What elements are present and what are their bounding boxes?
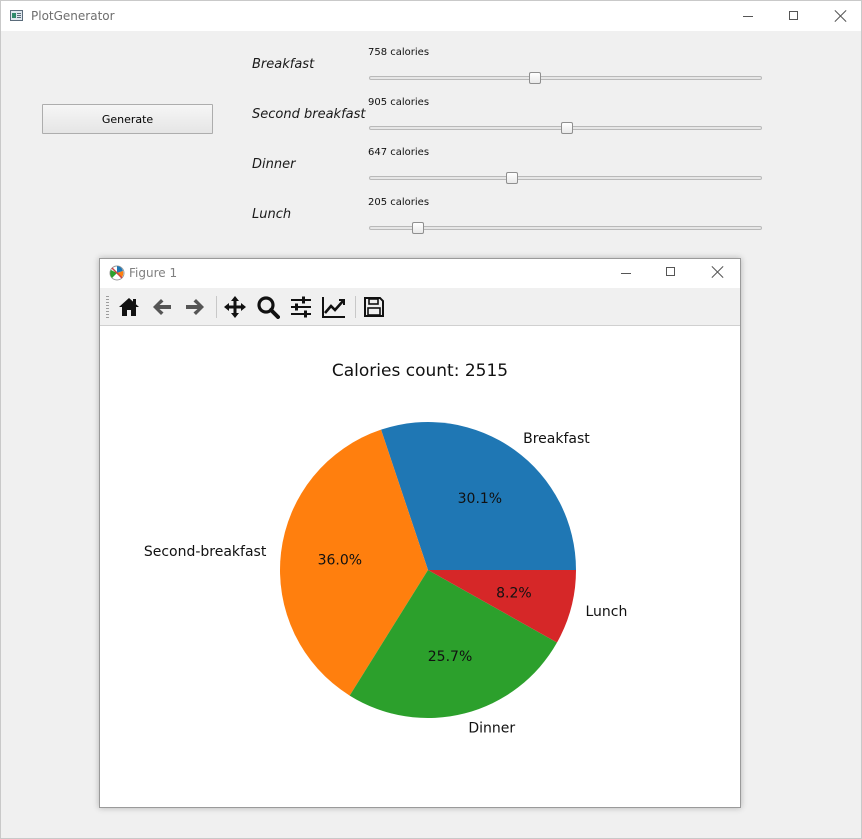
pie-chart: 30.1% Breakfast 36.0% Second-breakfast 25.7%… — [144, 421, 627, 737]
figure-titlebar: Figure 1 — [100, 259, 740, 288]
slider-handle-second-breakfast[interactable] — [560, 122, 573, 134]
main-titlebar: PlotGenerator — [1, 1, 861, 31]
figure-title: Figure 1 — [129, 266, 178, 280]
calories-label-lunch: 205 calories — [368, 197, 430, 208]
maximize-button[interactable] — [771, 1, 817, 31]
pie-label-second-breakfast: Second-breakfast — [144, 544, 267, 560]
maximize-icon — [666, 267, 675, 276]
save-floppy-icon — [364, 297, 384, 317]
maximize-icon — [789, 11, 798, 20]
minimize-icon — [743, 16, 753, 17]
home-icon — [119, 298, 139, 316]
forward-arrow-icon — [186, 299, 204, 315]
figure-toolbar — [100, 288, 740, 326]
pie-pct-label-breakfast: 30.1% — [458, 491, 502, 507]
configure-subplots-icon — [291, 296, 311, 318]
pie-label-lunch: Lunch — [585, 604, 627, 620]
close-icon — [834, 9, 848, 23]
toolbar-separator — [216, 296, 217, 318]
pie-pct-label-dinner: 25.7% — [428, 649, 472, 665]
pie-pct-label-lunch: 8.2% — [496, 585, 532, 601]
app-window-icon — [10, 10, 23, 21]
save-button[interactable] — [360, 293, 388, 321]
calories-label-dinner: 647 calories — [368, 147, 430, 158]
back-button[interactable] — [148, 293, 176, 321]
slider-track-lunch[interactable] — [369, 226, 762, 230]
pie-label-breakfast: Breakfast — [523, 431, 590, 447]
slider-handle-lunch[interactable] — [412, 222, 425, 234]
toolbar-separator — [355, 296, 356, 318]
figure-window: Figure 1 Calories count: 2515 30.1% Brea… — [99, 258, 741, 808]
close-button[interactable] — [817, 1, 862, 31]
edit-axes-icon — [322, 297, 345, 318]
slider-track-dinner[interactable] — [369, 176, 762, 180]
figure-canvas: Calories count: 2515 30.1% Breakfast 36.0%… — [100, 326, 740, 807]
window-title: PlotGenerator — [31, 9, 115, 23]
meal-label-second-breakfast: Second breakfast — [252, 107, 366, 122]
edit-axes-button[interactable] — [320, 293, 348, 321]
minimize-icon — [621, 273, 631, 274]
calories-label-breakfast: 758 calories — [368, 47, 430, 58]
slider-handle-breakfast[interactable] — [529, 72, 542, 84]
close-icon — [711, 265, 725, 279]
minimize-button[interactable] — [725, 1, 771, 31]
meal-label-dinner: Dinner — [252, 157, 296, 172]
forward-button[interactable] — [181, 293, 209, 321]
zoom-magnifier-icon — [257, 296, 280, 319]
pan-move-icon — [224, 296, 246, 318]
meal-label-breakfast: Breakfast — [252, 57, 315, 72]
slider-track-breakfast[interactable] — [369, 76, 762, 80]
figure-maximize-button[interactable] — [648, 259, 694, 289]
pie-label-dinner: Dinner — [468, 721, 515, 737]
pie-pct-label-second-breakfast: 36.0% — [318, 553, 362, 569]
calories-label-second-breakfast: 905 calories — [368, 97, 430, 108]
meal-label-lunch: Lunch — [252, 207, 292, 222]
pan-button[interactable] — [221, 293, 249, 321]
toolbar-grip[interactable] — [106, 296, 109, 318]
slider-handle-dinner[interactable] — [505, 172, 518, 184]
generate-button[interactable]: Generate — [42, 104, 213, 134]
matplotlib-logo-icon — [109, 265, 125, 281]
back-arrow-icon — [153, 299, 171, 315]
configure-subplots-button[interactable] — [287, 293, 315, 321]
figure-close-button[interactable] — [694, 259, 740, 289]
figure-minimize-button[interactable] — [603, 259, 649, 289]
zoom-button[interactable] — [254, 293, 282, 321]
home-button[interactable] — [115, 293, 143, 321]
